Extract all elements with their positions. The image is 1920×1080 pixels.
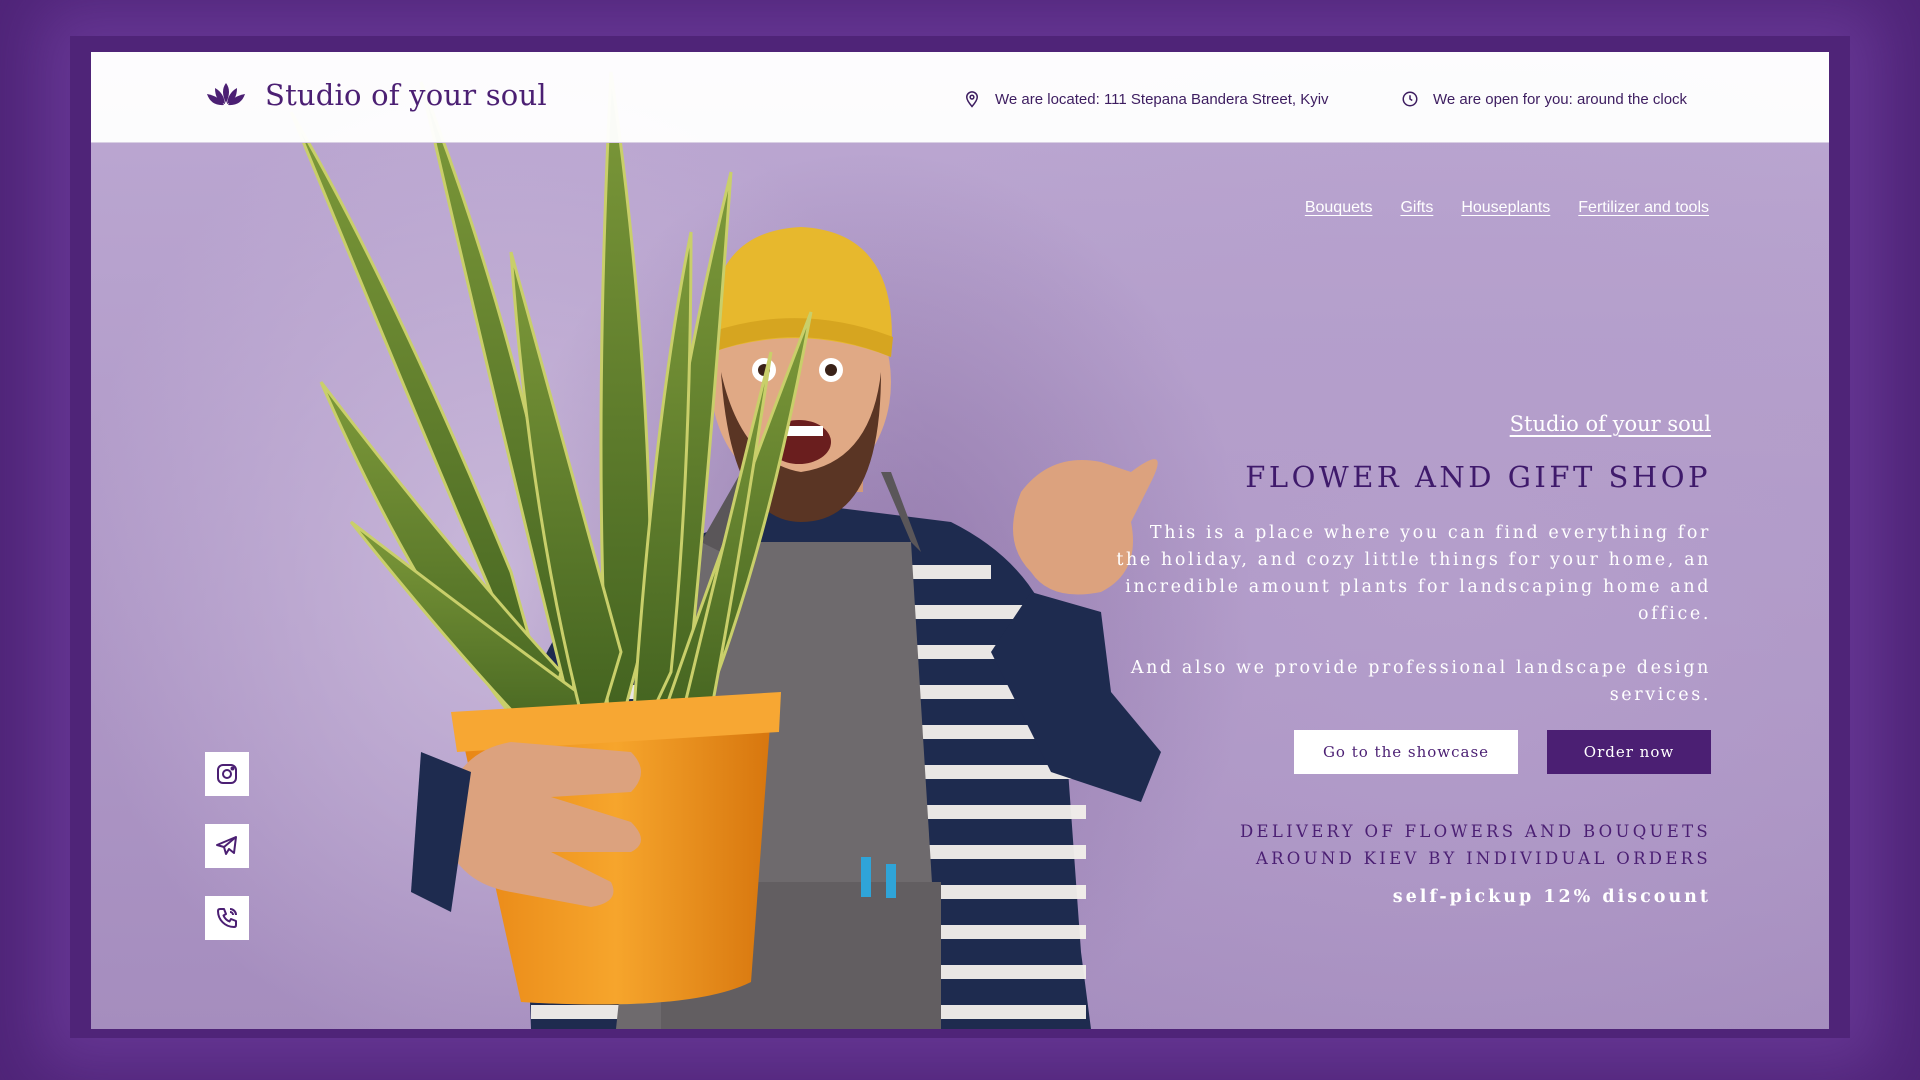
page-frame: Studio of your soul We are located: 111 … xyxy=(91,52,1829,1029)
phone-icon xyxy=(217,908,237,928)
hero-tagline-link[interactable]: Studio of your soul xyxy=(1510,412,1711,436)
location-info: We are located: 111 Stepana Bandera Stre… xyxy=(963,90,1329,108)
hours-info: We are open for you: around the clock xyxy=(1401,90,1687,108)
nav-fertilizer-and-tools[interactable]: Fertilizer and tools xyxy=(1578,199,1709,217)
logo-text: Studio of your soul xyxy=(265,78,547,112)
instagram-icon xyxy=(217,764,237,784)
hero-description-1: This is a place where you can find every… xyxy=(1116,523,1711,624)
phone-button[interactable] xyxy=(205,896,249,940)
hero-content: Studio of your soul FLOWER AND GIFT SHOP… xyxy=(1111,412,1711,907)
go-to-showcase-button[interactable]: Go to the showcase xyxy=(1294,730,1518,774)
location-text: We are located: 111 Stepana Bandera Stre… xyxy=(995,90,1329,108)
logo[interactable]: Studio of your soul xyxy=(205,78,547,112)
delivery-info: DELIVERY OF FLOWERS AND BOUQUETS AROUND … xyxy=(1111,818,1711,872)
lotus-icon xyxy=(207,83,245,106)
telegram-button[interactable] xyxy=(205,824,249,868)
delivery-line-2: AROUND KIEV BY INDIVIDUAL ORDERS xyxy=(1255,849,1711,868)
pickup-discount: self-pickup 12% discount xyxy=(1392,887,1711,907)
hero-title: FLOWER AND GIFT SHOP xyxy=(1245,460,1711,494)
nav-houseplants[interactable]: Houseplants xyxy=(1461,199,1550,217)
nav-bouquets[interactable]: Bouquets xyxy=(1305,199,1373,217)
hours-text: We are open for you: around the clock xyxy=(1433,90,1688,108)
hero-description: This is a place where you can find every… xyxy=(1111,520,1711,709)
delivery-line-1: DELIVERY OF FLOWERS AND BOUQUETS xyxy=(1240,822,1711,841)
telegram-icon xyxy=(216,836,237,855)
clock-icon xyxy=(1402,91,1418,107)
map-pin-icon xyxy=(965,91,979,108)
person-holding-hand xyxy=(411,742,641,912)
order-now-button[interactable]: Order now xyxy=(1547,730,1711,774)
nav-gifts[interactable]: Gifts xyxy=(1400,199,1433,217)
social-links xyxy=(205,752,249,940)
main-nav: Bouquets Gifts Houseplants Fertilizer an… xyxy=(1305,199,1709,217)
hero-buttons: Go to the showcase Order now xyxy=(1111,730,1711,774)
site-header: Studio of your soul We are located: 111 … xyxy=(91,52,1829,143)
hero-description-2: And also we provide professional landsca… xyxy=(1130,658,1711,705)
instagram-button[interactable] xyxy=(205,752,249,796)
